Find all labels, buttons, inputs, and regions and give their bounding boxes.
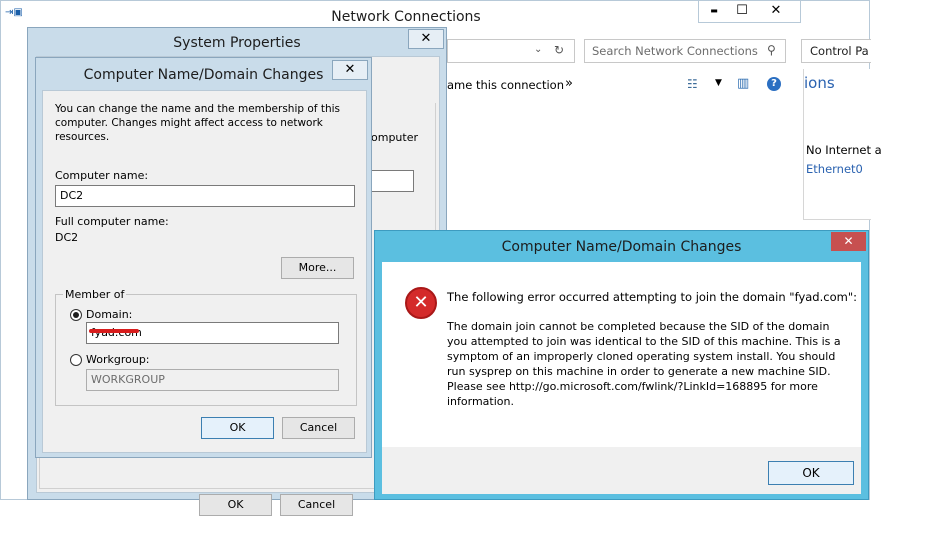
computer-name-dialog: Computer Name/Domain Changes ✕ You can c… [35, 57, 372, 458]
error-close-button[interactable]: ✕ [831, 232, 866, 251]
domain-label: Domain: [86, 308, 133, 321]
redaction-scribble [89, 329, 139, 333]
error-body-line: The domain join cannot be completed beca… [447, 320, 830, 333]
full-computer-name-label: Full computer name: [55, 215, 169, 228]
computer-name-input[interactable]: DC2 [55, 185, 355, 207]
view-options-icon[interactable]: ☷ [687, 77, 698, 91]
details-heading: ions [804, 74, 835, 92]
error-body-line: information. [447, 395, 514, 408]
member-of-label: Member of [63, 288, 127, 301]
more-button[interactable]: More... [281, 257, 354, 279]
control-panel-crumb[interactable]: Control Pa [801, 39, 871, 63]
error-body-line: symptom of an improperly cloned operatin… [447, 350, 836, 363]
workgroup-label: Workgroup: [86, 353, 150, 366]
help-icon[interactable]: ? [767, 77, 781, 91]
full-computer-name-value: DC2 [55, 231, 79, 244]
close-button[interactable]: ✕ [761, 1, 791, 21]
error-body-line: you attempted to join was identical to t… [447, 335, 841, 348]
system-properties-cancel-button[interactable]: Cancel [280, 494, 353, 516]
search-box[interactable]: Search Network Connections ⚲ [584, 39, 786, 63]
system-properties-title: System Properties [173, 35, 301, 51]
computer-name-label: Computer name: [55, 169, 149, 182]
domain-radio[interactable] [70, 309, 82, 321]
details-pane: ions No Internet a Ethernet0 [803, 69, 882, 219]
preview-pane-icon[interactable]: ▥ [737, 76, 749, 91]
pane-divider [803, 219, 871, 220]
rename-connection-command[interactable]: ame this connection [447, 78, 564, 92]
workgroup-radio[interactable] [70, 354, 82, 366]
intro-text: You can change the name and the membersh… [55, 103, 340, 143]
system-properties-ok-button[interactable]: OK [199, 494, 272, 516]
error-body-line: run sysprep on this machine in order to … [447, 365, 831, 378]
error-dialog-content: ✕ The following error occurred attemptin… [382, 262, 861, 447]
computer-name-close-button[interactable]: ✕ [332, 60, 368, 80]
domain-input[interactable]: fyad.com [86, 322, 339, 344]
ok-button[interactable]: OK [201, 417, 274, 439]
chevron-down-icon[interactable]: ⌄ [534, 44, 542, 55]
error-footer: OK [382, 447, 861, 494]
error-body: The domain join cannot be completed beca… [447, 319, 857, 409]
maximize-button[interactable]: ☐ [727, 1, 757, 21]
system-properties-close-button[interactable]: ✕ [408, 29, 444, 49]
view-dropdown-icon[interactable]: ▼ [715, 78, 722, 88]
computer-name-body: You can change the name and the membersh… [42, 90, 367, 453]
command-bar: ame this connection » ☷ ▼ ▥ ? [447, 69, 801, 101]
error-body-line: Please see http://go.microsoft.com/fwlin… [447, 380, 818, 393]
address-bar[interactable]: ⌄ ↻ [447, 39, 575, 63]
member-of-group: Member of Domain: fyad.com Workgroup: WO… [55, 288, 357, 406]
search-icon[interactable]: ⚲ [767, 43, 776, 57]
window-title: Network Connections [331, 9, 481, 25]
caption-buttons: ▬ ☐ ✕ [698, 1, 801, 23]
minimize-button[interactable]: ▬ [699, 1, 729, 21]
workgroup-input[interactable]: WORKGROUP [86, 369, 339, 391]
app-icon: ⇥▣ [5, 7, 23, 18]
refresh-icon[interactable]: ↻ [554, 43, 564, 57]
ethernet-adapter-link[interactable]: Ethernet0 [806, 162, 863, 176]
error-dialog-title: Computer Name/Domain Changes [501, 239, 742, 255]
search-input[interactable]: Search Network Connections [592, 44, 758, 58]
more-commands-chevron[interactable]: » [565, 76, 573, 91]
error-headline: The following error occurred attempting … [447, 290, 857, 304]
error-ok-button[interactable]: OK [768, 461, 854, 485]
cancel-button[interactable]: Cancel [282, 417, 355, 439]
control-panel-link[interactable]: Control Pa [810, 44, 869, 58]
error-icon: ✕ [405, 287, 437, 319]
error-dialog: Computer Name/Domain Changes ✕ ✕ The fol… [374, 230, 869, 500]
connection-status: No Internet a [806, 143, 882, 157]
computer-name-dialog-title: Computer Name/Domain Changes [83, 67, 324, 83]
